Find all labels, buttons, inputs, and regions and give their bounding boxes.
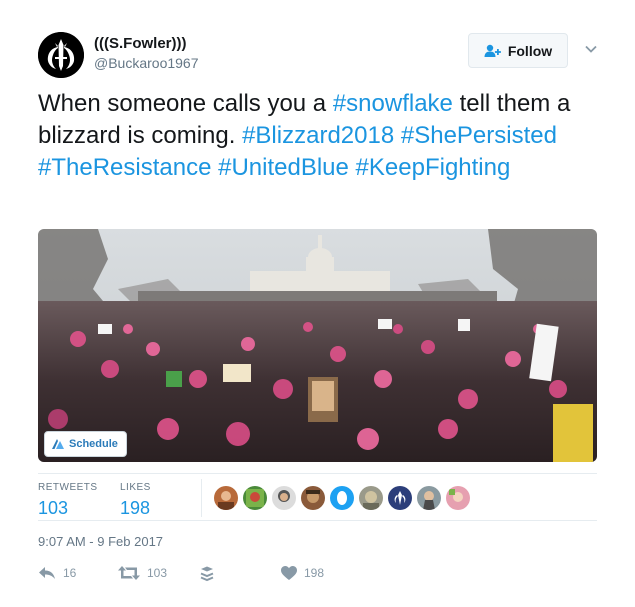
liker-avatar[interactable]	[388, 486, 412, 510]
follow-button[interactable]: Follow	[468, 33, 568, 68]
crowd-photo-image	[38, 229, 597, 462]
liker-avatar[interactable]	[301, 486, 325, 510]
liker-avatar[interactable]	[446, 486, 470, 510]
retweet-count: 103	[147, 566, 168, 580]
tweet-text-segment: When someone calls you a	[38, 90, 333, 117]
hashtag-link[interactable]: #Blizzard2018	[242, 122, 394, 149]
chevron-down-icon[interactable]	[584, 42, 598, 56]
tweet-photo[interactable]: Schedule	[38, 229, 597, 462]
retweets-label: RETWEETS	[38, 482, 98, 493]
likes-count: 198	[120, 498, 151, 518]
heart-icon	[281, 566, 297, 580]
tweet-stats: RETWEETS 103 LIKES 198	[38, 473, 597, 521]
like-button[interactable]: 198	[281, 566, 324, 580]
reply-icon	[39, 567, 55, 579]
schedule-button-label: Schedule	[69, 438, 118, 450]
hashtag-link[interactable]: #KeepFighting	[356, 154, 511, 181]
liker-avatar[interactable]	[214, 486, 238, 510]
liker-avatar[interactable]	[243, 486, 267, 510]
liker-avatar[interactable]	[272, 486, 296, 510]
liker-avatar[interactable]	[330, 486, 354, 510]
add-user-icon	[484, 44, 501, 57]
user-full-name[interactable]: (((S.Fowler)))	[94, 34, 199, 54]
layers-icon	[200, 566, 214, 582]
reply-count: 16	[63, 566, 77, 580]
tweet-timestamp[interactable]: 9:07 AM - 9 Feb 2017	[38, 534, 163, 549]
tweet-text-segment	[349, 154, 356, 181]
user-avatar[interactable]	[38, 32, 84, 78]
user-names[interactable]: (((S.Fowler))) @Buckaroo1967	[94, 34, 199, 72]
hashtag-link[interactable]: #TheResistance	[38, 154, 211, 181]
like-count: 198	[304, 566, 325, 580]
likes-label: LIKES	[120, 482, 151, 493]
hashtag-link[interactable]: #ShePersisted	[401, 122, 557, 149]
retweets-count: 103	[38, 498, 69, 518]
liker-avatar[interactable]	[359, 486, 383, 510]
reply-button[interactable]: 16	[38, 566, 76, 580]
follow-button-label: Follow	[507, 42, 553, 59]
stats-divider	[201, 479, 202, 517]
hashtag-link[interactable]: #UnitedBlue	[218, 154, 349, 181]
retweet-button[interactable]: 103	[118, 566, 167, 580]
liker-avatars	[214, 486, 475, 510]
tweet-text-segment	[394, 122, 401, 149]
tweet-text: When someone calls you a #snowflake tell…	[38, 88, 608, 184]
likes-stat[interactable]: LIKES 198	[120, 482, 151, 520]
user-screen-name[interactable]: @Buckaroo1967	[94, 54, 199, 72]
tweet-header: (((S.Fowler))) @Buckaroo1967 Follow	[38, 30, 603, 80]
tweet-actions: 16 103 198	[38, 566, 597, 586]
schedule-button[interactable]: Schedule	[44, 431, 127, 457]
hashtag-link[interactable]: #snowflake	[333, 90, 453, 117]
retweet-icon	[118, 566, 140, 580]
liker-avatar[interactable]	[417, 486, 441, 510]
retweets-stat[interactable]: RETWEETS 103	[38, 482, 98, 520]
schedule-app-icon	[52, 439, 64, 449]
moments-button[interactable]	[200, 566, 221, 582]
